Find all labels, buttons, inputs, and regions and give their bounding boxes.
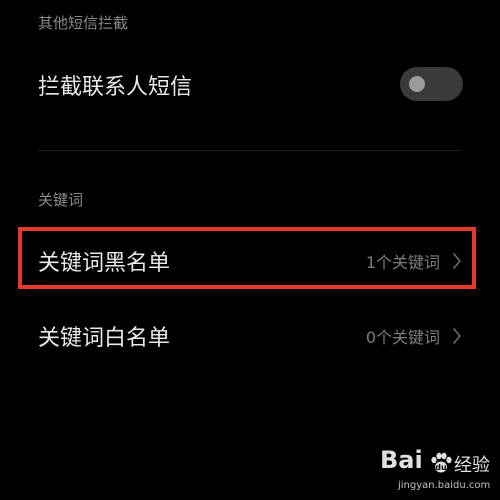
intercept-contacts-toggle[interactable] [400, 67, 463, 101]
chevron-right-icon [453, 253, 461, 269]
keyword-whitelist-count: 0个关键词 [365, 328, 440, 347]
keyword-whitelist-row[interactable]: 关键词白名单 0个关键词 [0, 306, 500, 366]
keyword-blacklist-label: 关键词黑名单 [38, 251, 171, 276]
keyword-blacklist-count: 1个关键词 [365, 253, 440, 272]
watermark-text: 经验 [454, 455, 490, 476]
section-divider [38, 150, 462, 151]
toggle-knob [409, 76, 425, 92]
intercept-contacts-label: 拦截联系人短信 [38, 75, 193, 100]
watermark-url: jingyan.baidu.com [398, 480, 491, 491]
watermark-logo: Bai [380, 446, 423, 474]
intercept-contacts-row[interactable]: 拦截联系人短信 [0, 55, 500, 115]
baidu-jingyan-watermark: Bai du 经验 jingyan.baidu.com [330, 442, 500, 500]
chevron-right-icon [453, 328, 461, 344]
keyword-whitelist-label: 关键词白名单 [38, 326, 171, 351]
section-header-other-intercept: 其他短信拦截 [38, 14, 129, 32]
svg-text:du: du [435, 463, 447, 472]
paw-icon: du [431, 452, 452, 473]
keyword-blacklist-row[interactable]: 关键词黑名单 1个关键词 [0, 231, 500, 291]
section-header-keywords: 关键词 [38, 191, 84, 209]
